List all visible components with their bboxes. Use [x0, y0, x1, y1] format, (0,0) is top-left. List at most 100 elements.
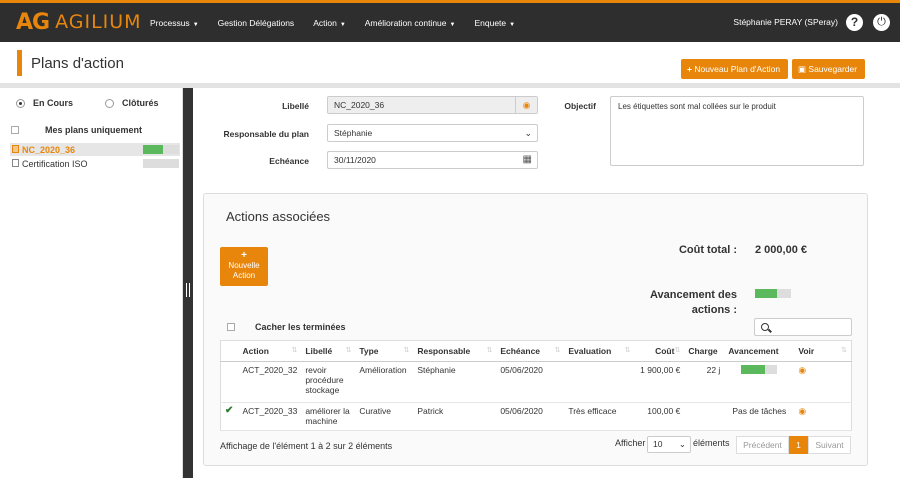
- row-evaluation: [564, 361, 635, 403]
- row-check: [220, 361, 239, 403]
- page-size-select[interactable]: 10 ⌄: [647, 436, 691, 453]
- document-icon: [12, 145, 19, 153]
- row-charge: 22 j: [684, 361, 725, 403]
- help-icon[interactable]: ?: [846, 14, 863, 31]
- logo-mark: AG: [16, 9, 50, 35]
- panel-splitter[interactable]: [183, 88, 193, 478]
- table-row[interactable]: ACT_2020_32 revoir procédure stockage Am…: [220, 361, 852, 403]
- plan-item[interactable]: Certification ISO: [10, 157, 180, 170]
- sort-icon: ⇅: [674, 347, 681, 354]
- col-type[interactable]: Type ⇅: [355, 340, 414, 362]
- chevron-down-icon: ▼: [509, 21, 516, 28]
- sort-icon: ⇅: [403, 347, 410, 354]
- cout-total-value: 2 000,00 €: [755, 244, 807, 256]
- agilium-logo[interactable]: AG AGILIUM: [16, 9, 142, 35]
- col-responsable[interactable]: Responsable ⇅: [413, 340, 497, 362]
- page-title: Plans d'action: [31, 55, 124, 72]
- pagination-previous[interactable]: Précédent: [736, 436, 789, 454]
- row-voir[interactable]: ◉: [794, 361, 852, 403]
- logo-text: AGILIUM: [55, 11, 142, 33]
- table-info: Affichage de l'élément 1 à 2 sur 2 éléme…: [220, 441, 393, 451]
- row-responsable: Patrick: [413, 402, 497, 431]
- menu-amelioration-continue[interactable]: Amélioration continue ▼: [365, 18, 456, 28]
- col-action[interactable]: Action ⇅: [238, 340, 302, 362]
- row-avancement: Pas de tâches: [724, 402, 795, 431]
- pagination-next[interactable]: Suivant: [808, 436, 851, 454]
- save-button[interactable]: ▣ Sauvegarder: [792, 59, 865, 79]
- table-header-row: Action ⇅ Libellé ⇅ Type ⇅ Responsable ⇅ Eché…: [220, 340, 852, 362]
- row-action: ACT_2020_33: [238, 402, 302, 431]
- objectif-label: Objectif: [564, 101, 596, 111]
- drag-handle-icon[interactable]: [186, 283, 190, 297]
- col-cout[interactable]: Coût ⇅: [634, 340, 685, 362]
- row-voir[interactable]: ◉: [794, 402, 852, 431]
- actions-associees-panel: Actions associées + Nouvelle Action Coût…: [203, 193, 868, 466]
- echeance-label: Echéance: [269, 156, 309, 166]
- row-libelle: améliorer la machine: [301, 402, 356, 431]
- libelle-label: Libellé: [282, 101, 309, 111]
- search-input[interactable]: [754, 318, 852, 336]
- radio-clotures-label: Clôturés: [122, 98, 159, 108]
- col-charge[interactable]: Charge: [684, 340, 725, 362]
- sort-icon: ⇅: [291, 347, 298, 354]
- document-icon: [12, 159, 19, 167]
- avancement-progress-bar: [755, 289, 791, 298]
- cout-total-label: Coût total :: [678, 244, 737, 256]
- col-evaluation[interactable]: Evaluation ⇅: [564, 340, 635, 362]
- sort-icon: ⇅: [554, 347, 561, 354]
- row-cout: 1 900,00 €: [634, 361, 685, 403]
- sort-icon: ⇅: [345, 347, 352, 354]
- power-icon[interactable]: ⏻: [873, 14, 890, 31]
- chevron-down-icon: ▼: [449, 21, 456, 28]
- row-avancement: [724, 361, 795, 403]
- elements-label: éléments: [693, 438, 730, 448]
- col-voir[interactable]: Voir ⇅: [794, 340, 852, 362]
- menu-action[interactable]: Action ▼: [313, 18, 346, 28]
- plan-item[interactable]: NC_2020_36: [10, 143, 180, 156]
- new-plan-button[interactable]: + Nouveau Plan d'Action: [681, 59, 788, 79]
- hide-done-checkbox[interactable]: [227, 323, 235, 331]
- radio-clotures[interactable]: [105, 99, 114, 108]
- sort-icon: ⇅: [841, 347, 847, 354]
- row-charge: [684, 402, 725, 431]
- col-libelle[interactable]: Libellé ⇅: [301, 340, 356, 362]
- responsable-label: Responsable du plan: [223, 129, 310, 139]
- avancement-label: Avancement des actions :: [649, 289, 737, 316]
- eye-icon[interactable]: ◉: [798, 365, 806, 375]
- floppy-icon: ▣: [798, 64, 809, 74]
- col-avancement[interactable]: Avancement: [724, 340, 795, 362]
- top-nav-bar: AG AGILIUM Processus ▼ Gestion Délégation…: [0, 0, 900, 42]
- col-echeance[interactable]: Echéance ⇅: [496, 340, 565, 362]
- plan-item-label: Certification ISO: [22, 159, 88, 169]
- libelle-field[interactable]: NC_2020_36 ◉: [327, 96, 538, 114]
- row-type: Amélioration: [355, 361, 414, 403]
- mes-plans-label: Mes plans uniquement: [45, 125, 143, 135]
- menu-gestion-delegations[interactable]: Gestion Délégations: [218, 18, 295, 28]
- table-row[interactable]: ✔ ACT_2020_33 améliorer la machine Curat…: [220, 402, 852, 431]
- mes-plans-checkbox[interactable]: [11, 126, 19, 134]
- search-icon: [761, 323, 769, 331]
- col-check: [220, 340, 239, 362]
- radio-en-cours[interactable]: [16, 99, 25, 108]
- pagination-page-1[interactable]: 1: [789, 436, 808, 454]
- new-action-button[interactable]: + Nouvelle Action: [220, 247, 268, 286]
- title-accent-bar: [17, 50, 22, 76]
- plan-item-label: NC_2020_36: [22, 145, 76, 155]
- actions-table: Action ⇅ Libellé ⇅ Type ⇅ Responsable ⇅ Eché…: [220, 340, 852, 431]
- plus-icon: +: [241, 250, 247, 261]
- page-header: Plans d'action + Nouveau Plan d'Action ▣…: [0, 42, 900, 89]
- eye-icon[interactable]: ◉: [798, 406, 806, 416]
- chevron-down-icon: ⌄: [678, 439, 686, 449]
- echeance-date-input[interactable]: 30/11/2020 ▦: [327, 151, 538, 169]
- row-evaluation: Très efficace: [564, 402, 635, 431]
- responsable-select[interactable]: Stéphanie ⌄: [327, 124, 538, 142]
- afficher-label: Afficher: [615, 438, 646, 448]
- main-menu: Processus ▼ Gestion Délégations Action ▼ A…: [150, 3, 534, 42]
- menu-enquete[interactable]: Enquete ▼: [474, 18, 515, 28]
- objectif-textarea[interactable]: Les étiquettes sont mal collées sur le p…: [610, 96, 864, 166]
- menu-processus[interactable]: Processus ▼: [150, 18, 199, 28]
- eye-icon[interactable]: ◉: [515, 97, 537, 113]
- hide-done-label: Cacher les terminées: [255, 322, 346, 332]
- calendar-icon[interactable]: ▦: [523, 152, 532, 168]
- user-name[interactable]: Stéphanie PERAY (SPeray): [733, 17, 838, 27]
